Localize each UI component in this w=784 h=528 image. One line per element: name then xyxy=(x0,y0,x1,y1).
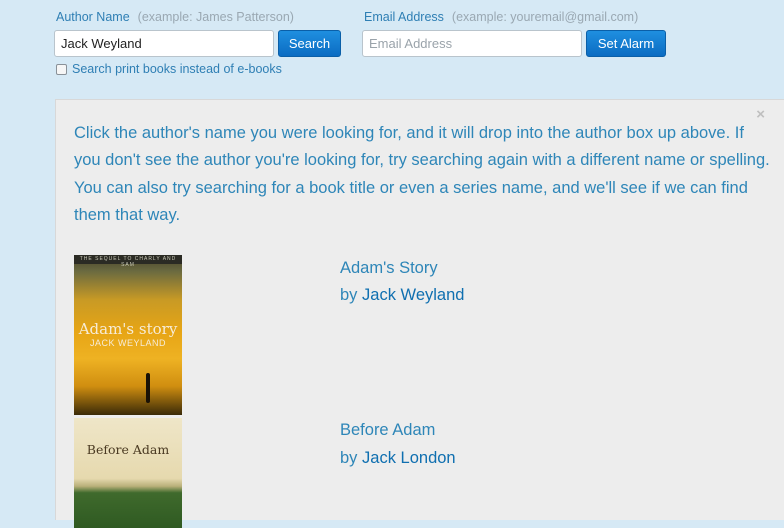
print-books-label[interactable]: Search print books instead of e-books xyxy=(72,62,282,76)
author-label-text: Author Name xyxy=(56,10,130,24)
book-cover-before-adam[interactable]: Before Adam xyxy=(74,418,182,528)
byline-prefix: by xyxy=(340,286,358,304)
book-byline: by Jack Weyland xyxy=(340,286,464,305)
book-title: Before Adam xyxy=(340,421,436,439)
author-link-jack-london[interactable]: Jack London xyxy=(362,449,456,467)
cover-title: Adam's story xyxy=(78,320,178,338)
cover-tagline: THE SEQUEL TO CHARLY AND SAM xyxy=(79,256,177,268)
cover-title: Before Adam xyxy=(86,442,170,457)
byline-prefix: by xyxy=(340,449,358,467)
author-name-input[interactable] xyxy=(54,30,274,57)
instructions-text: Click the author's name you were looking… xyxy=(74,124,770,224)
book-cover-adams-story[interactable]: THE SEQUEL TO CHARLY AND SAM Adam's stor… xyxy=(74,255,182,415)
email-hint: (example: youremail@gmail.com) xyxy=(451,10,639,24)
search-button[interactable]: Search xyxy=(278,30,341,57)
author-results-panel: × Click the author's name you were looki… xyxy=(55,99,784,528)
book-title: Adam's Story xyxy=(340,259,438,277)
author-link-jack-weyland[interactable]: Jack Weyland xyxy=(362,286,464,304)
author-hint: (example: James Patterson) xyxy=(137,10,294,24)
email-address-label: Email Address (example: youremail@gmail.c… xyxy=(364,10,638,24)
book-byline: by Jack London xyxy=(340,449,456,468)
print-books-option[interactable]: Search print books instead of e-books xyxy=(56,62,282,76)
set-alarm-button[interactable]: Set Alarm xyxy=(586,30,666,57)
author-name-label: Author Name (example: James Patterson) xyxy=(56,10,294,24)
email-label-text: Email Address xyxy=(364,10,444,24)
email-address-input[interactable] xyxy=(362,30,582,57)
cover-figure-silhouette xyxy=(146,373,150,403)
print-books-checkbox[interactable] xyxy=(56,63,67,75)
cover-author: JACK WEYLAND xyxy=(89,338,166,348)
